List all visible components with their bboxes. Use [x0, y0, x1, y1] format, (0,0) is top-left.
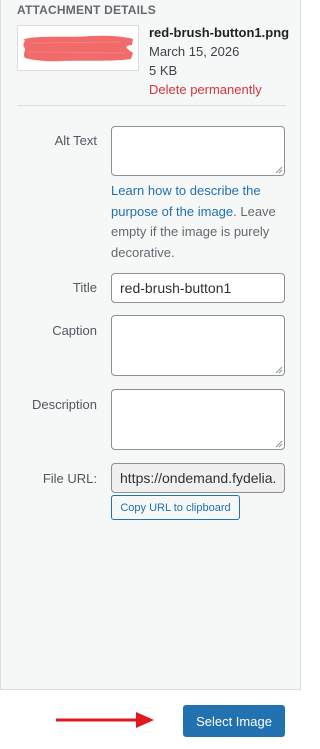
divider: [17, 105, 286, 106]
caption-label: Caption: [52, 323, 97, 338]
alt-text-help: Learn how to describe the purpose of the…: [111, 181, 286, 263]
file-name: red-brush-button1.png: [149, 25, 290, 40]
title-field[interactable]: [111, 273, 285, 303]
panel-heading: ATTACHMENT DETAILS: [17, 3, 156, 17]
resize-grip-icon[interactable]: [275, 440, 283, 448]
copy-url-button[interactable]: Copy URL to clipboard: [111, 495, 240, 520]
caption-field[interactable]: [111, 315, 285, 376]
alt-text-field[interactable]: [111, 126, 285, 176]
title-label: Title: [72, 280, 97, 295]
file-info: red-brush-button1.png March 15, 2026 5 K…: [149, 24, 289, 100]
upload-date: March 15, 2026: [149, 44, 240, 59]
resize-grip-icon[interactable]: [275, 366, 283, 374]
file-url-field[interactable]: [111, 463, 285, 493]
delete-permanently-link[interactable]: Delete permanently: [149, 80, 289, 100]
attachment-thumbnail[interactable]: [17, 25, 139, 71]
description-field[interactable]: [111, 389, 285, 450]
red-brush-image: [23, 35, 133, 62]
file-url-label: File URL:: [42, 471, 97, 486]
select-image-button[interactable]: Select Image: [183, 705, 285, 737]
attachment-details-panel: ATTACHMENT DETAILS red-brush-button1.png…: [0, 0, 301, 690]
file-size: 5 KB: [149, 63, 178, 78]
red-arrow-icon: [56, 712, 154, 728]
description-label: Description: [31, 397, 97, 412]
resize-grip-icon[interactable]: [275, 166, 283, 174]
alt-text-label: Alt Text: [54, 133, 97, 148]
